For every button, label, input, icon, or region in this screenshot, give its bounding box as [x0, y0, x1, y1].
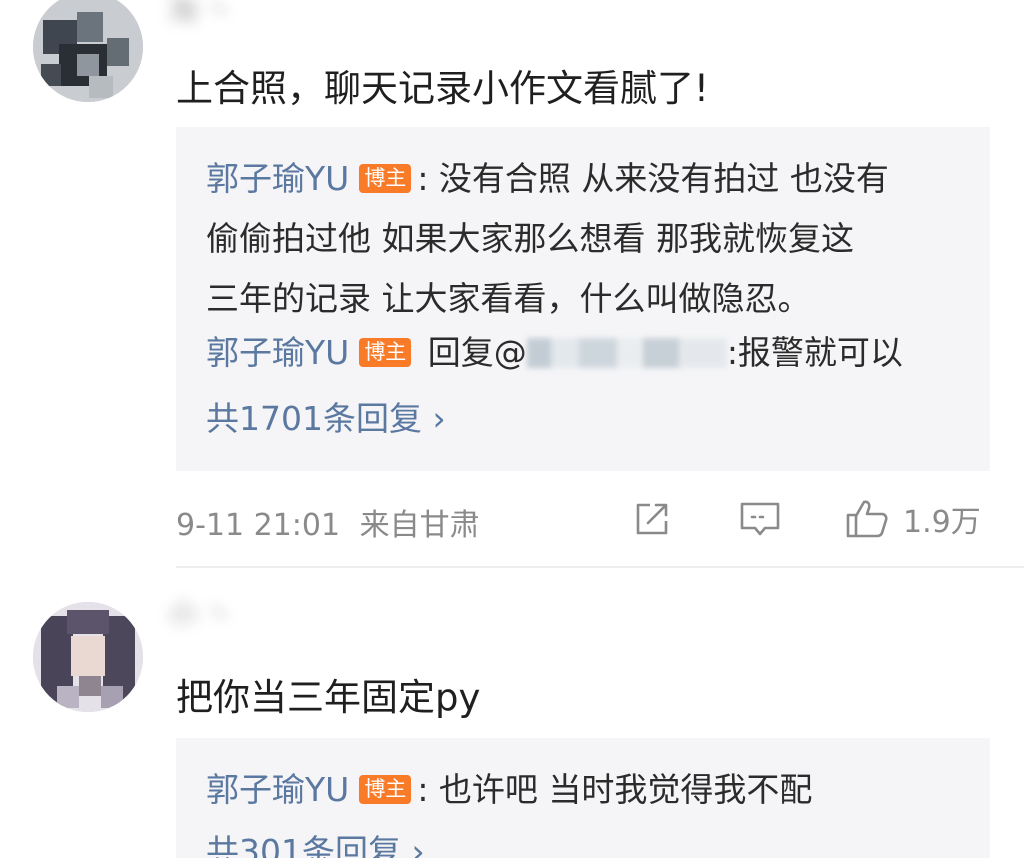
comment-item: 淘丶 上合照，聊天记录小作文看腻了! 郭子瑜YU 博主: 没有合照 从来没有拍过 … — [0, 0, 1024, 570]
comment-location: 来自甘肃 — [359, 508, 480, 543]
reply-author[interactable]: 郭子瑜YU — [206, 770, 349, 809]
reply-text: : 也许吧 当时我觉得我不配 — [417, 770, 813, 809]
reply-text: 三年的记录 让大家看看，什么叫做隐忍。 — [206, 279, 811, 318]
reply-text: 回复@ — [417, 333, 527, 372]
reply-text: : 没有合照 从来没有拍过 也没有 — [417, 159, 889, 198]
comment-text: 上合照，聊天记录小作文看腻了! — [176, 67, 709, 110]
like-button[interactable]: 1.9万 — [845, 497, 981, 541]
avatar[interactable] — [33, 602, 143, 712]
reply-line: 郭子瑜YU 博主 回复@ :报警就可以 — [206, 323, 966, 383]
comment-button[interactable] — [738, 497, 782, 541]
comment-icon — [740, 502, 780, 536]
reply-author[interactable]: 郭子瑜YU — [206, 333, 349, 372]
comment-time: 9-11 21:01 — [176, 508, 341, 543]
reply-preview-box[interactable]: 郭子瑜YU 博主: 也许吧 当时我觉得我不配 共301条回复 › — [176, 738, 990, 858]
comment-text: 把你当三年固定py — [176, 676, 481, 719]
avatar[interactable] — [33, 0, 143, 102]
more-replies-link[interactable]: 共301条回复 › — [206, 822, 966, 858]
username[interactable]: 淘丶 — [168, 0, 358, 22]
author-badge: 博主 — [359, 338, 412, 367]
reply-preview-box[interactable]: 郭子瑜YU 博主: 没有合照 从来没有拍过 也没有 偷偷拍过他 如果大家那么想看 … — [176, 127, 990, 471]
divider — [176, 566, 1024, 568]
username[interactable]: 小丶 — [168, 590, 328, 626]
reply-author[interactable]: 郭子瑜YU — [206, 159, 349, 198]
mentioned-user[interactable] — [526, 338, 727, 368]
like-count: 1.9万 — [903, 505, 981, 540]
reply-line: 郭子瑜YU 博主: 没有合照 从来没有拍过 也没有 — [206, 149, 966, 209]
author-badge: 博主 — [359, 775, 412, 804]
reply-text: 偷偷拍过他 如果大家那么想看 那我就恢复这 — [206, 219, 854, 258]
reply-line: 三年的记录 让大家看看，什么叫做隐忍。 — [206, 269, 966, 329]
more-replies-link[interactable]: 共1701条回复 › — [206, 389, 966, 449]
reply-line: 郭子瑜YU 博主: 也许吧 当时我觉得我不配 — [206, 760, 966, 820]
reply-line: 偷偷拍过他 如果大家那么想看 那我就恢复这 — [206, 209, 966, 269]
thumbs-up-icon — [846, 500, 888, 538]
comment-meta: 9-11 21:01 来自甘肃 — [176, 500, 480, 544]
share-button[interactable] — [632, 497, 672, 541]
share-icon — [636, 503, 668, 535]
reply-text: :报警就可以 — [726, 333, 903, 372]
author-badge: 博主 — [359, 164, 412, 193]
